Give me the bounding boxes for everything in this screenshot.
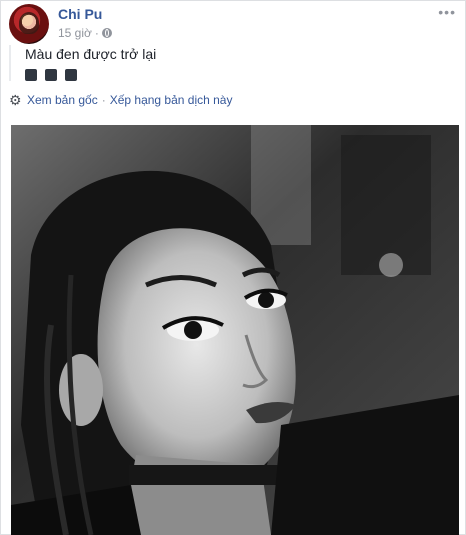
author-avatar[interactable] <box>9 4 49 44</box>
translation-bar: ⚙ Xem bản gốc · Xếp hạng bản dịch này <box>9 93 457 107</box>
separator-dot: · <box>101 93 106 107</box>
gear-icon[interactable]: ⚙ <box>9 93 23 107</box>
black-square-icon <box>45 69 57 81</box>
post-text-block: Màu đen được trở lại <box>9 45 457 81</box>
more-options-icon[interactable]: ••• <box>438 5 456 19</box>
post-photo[interactable] <box>11 125 459 535</box>
post-meta: Chi Pu 15 giờ · <box>58 5 112 41</box>
facebook-post: Chi Pu 15 giờ · ••• Màu đen được trở lại… <box>0 0 466 535</box>
separator-dot: · <box>94 26 99 40</box>
post-body: Màu đen được trở lại ⚙ Xem bản gốc · Xếp… <box>9 45 457 107</box>
rate-translation-link[interactable]: Xếp hạng bản dịch này <box>110 93 233 107</box>
globe-icon[interactable] <box>101 28 112 38</box>
black-square-icon <box>25 69 37 81</box>
portrait-photo <box>11 125 459 535</box>
emoji-row <box>25 69 457 81</box>
timestamp[interactable]: 15 giờ <box>58 25 92 41</box>
black-square-icon <box>65 69 77 81</box>
see-original-link[interactable]: Xem bản gốc <box>27 93 98 107</box>
author-name[interactable]: Chi Pu <box>58 5 112 23</box>
post-header: Chi Pu 15 giờ · <box>9 4 112 44</box>
post-text: Màu đen được trở lại <box>25 46 157 62</box>
timestamp-row: 15 giờ · <box>58 25 112 41</box>
